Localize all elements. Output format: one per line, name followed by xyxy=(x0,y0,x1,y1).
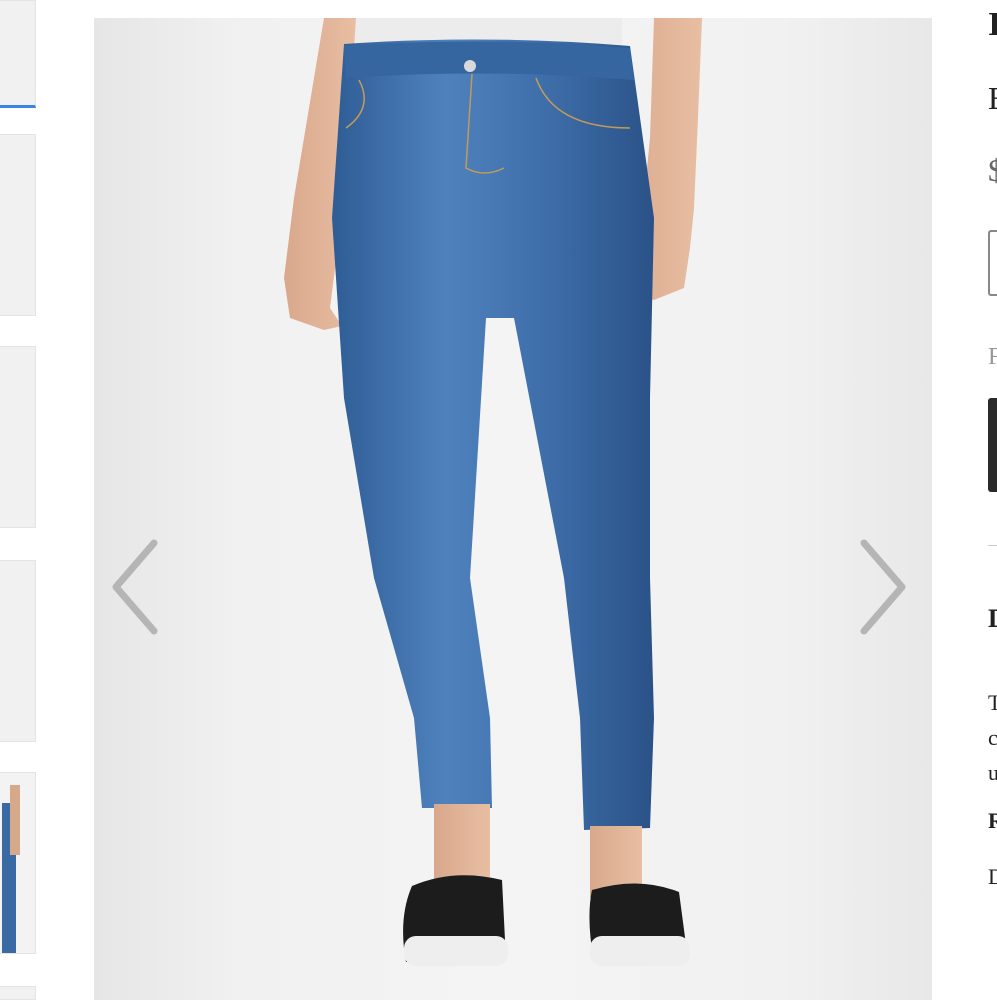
product-main-image[interactable] xyxy=(94,18,932,1000)
product-price: $ xyxy=(988,152,997,188)
thumbnail-2[interactable] xyxy=(0,134,36,316)
description-heading: D xyxy=(988,604,997,634)
thumbnail-5[interactable] xyxy=(0,772,36,954)
thumbnail-4[interactable] xyxy=(0,560,36,742)
thumbnail-strip xyxy=(0,0,42,1000)
description-line-3: u xyxy=(988,760,997,785)
chevron-left-icon xyxy=(112,539,158,635)
description-line-2: c xyxy=(988,725,997,750)
thumbnail-6[interactable] xyxy=(0,986,36,1000)
thumbnail-jeans-image xyxy=(2,785,20,953)
product-title: I xyxy=(988,6,997,43)
previous-image-button[interactable] xyxy=(106,533,166,643)
product-info-panel: I B $ F D T c u R D xyxy=(978,0,997,1000)
jeans-product-photo xyxy=(284,18,702,966)
thumbnail-3[interactable] xyxy=(0,346,36,528)
buy-button[interactable] xyxy=(988,398,997,492)
next-image-button[interactable] xyxy=(852,533,912,643)
thumbnail-1[interactable] xyxy=(0,0,36,108)
detail-line-1: R xyxy=(988,808,997,833)
description-line-1: T xyxy=(988,690,997,715)
divider xyxy=(988,545,997,546)
chevron-right-icon xyxy=(860,539,906,635)
option-label: F xyxy=(988,344,997,370)
quantity-field[interactable] xyxy=(988,230,997,296)
product-brand: B xyxy=(988,80,997,117)
detail-line-2: D xyxy=(988,864,997,889)
